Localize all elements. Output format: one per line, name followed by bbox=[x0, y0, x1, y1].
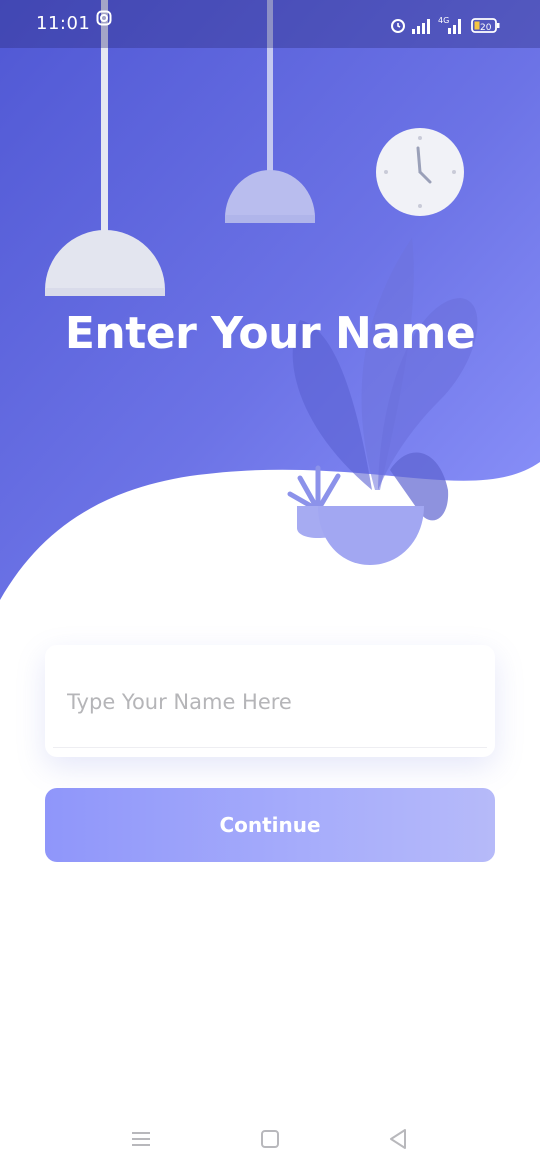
battery-icon: 20 bbox=[471, 18, 500, 33]
name-input[interactable] bbox=[65, 673, 479, 731]
status-bar: 11:01 4G 20 bbox=[0, 0, 540, 48]
signal-icon bbox=[412, 19, 430, 34]
status-icons: 4G 20 bbox=[390, 14, 510, 36]
svg-text:20: 20 bbox=[480, 23, 492, 33]
alarm-icon bbox=[391, 19, 405, 33]
continue-button-label: Continue bbox=[219, 813, 321, 837]
plant-illustration bbox=[287, 238, 478, 565]
4g-signal-icon: 4G bbox=[438, 16, 461, 34]
wall-clock bbox=[376, 128, 464, 216]
home-icon[interactable] bbox=[255, 1124, 285, 1154]
continue-button[interactable]: Continue bbox=[45, 788, 495, 862]
menu-icon[interactable] bbox=[126, 1124, 156, 1154]
name-input-card bbox=[45, 645, 495, 757]
svg-text:4G: 4G bbox=[438, 16, 449, 25]
back-icon[interactable] bbox=[383, 1124, 413, 1154]
status-time: 11:01 bbox=[36, 13, 91, 34]
page-title: Enter Your Name bbox=[64, 308, 476, 359]
input-underline bbox=[53, 747, 487, 748]
navigation-bar bbox=[0, 1110, 540, 1170]
hero-background bbox=[0, 0, 540, 600]
